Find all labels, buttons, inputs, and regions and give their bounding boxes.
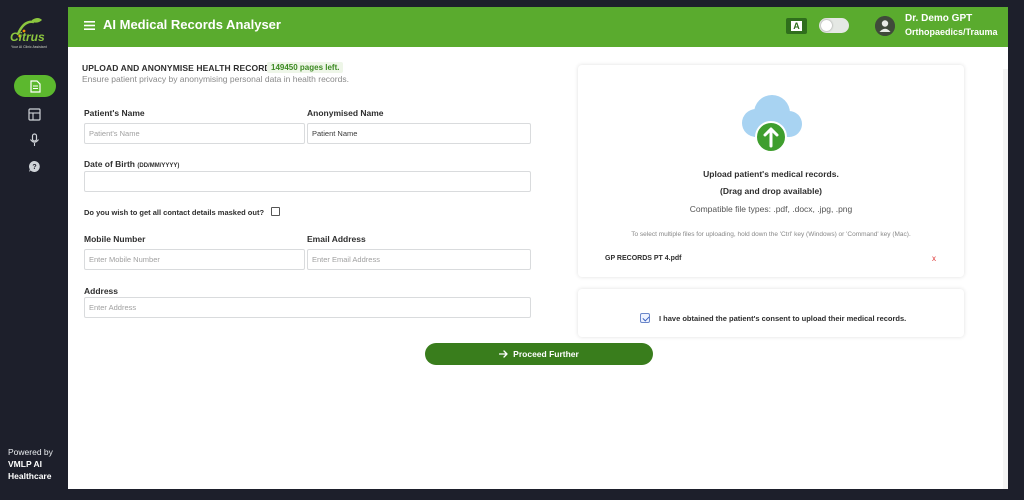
patient-name-input[interactable]: Patient's Name xyxy=(84,123,305,144)
user-role: Orthopaedics/Trauma xyxy=(905,27,998,37)
upload-multi-hint: To select multiple files for uploading, … xyxy=(631,231,911,238)
patient-name-label: Patient's Name xyxy=(84,108,145,118)
uploaded-file-name: GP RECORDS PT 4.pdf xyxy=(605,255,682,262)
consent-card: I have obtained the patient's consent to… xyxy=(578,289,964,337)
sidebar: Citrus Your AI Clinic Assistant ? Powere… xyxy=(0,0,68,500)
address-input[interactable]: Enter Address xyxy=(84,297,531,318)
top-bar: AI Medical Records Analyser A Dr. Demo G… xyxy=(68,7,1008,47)
nav-item-help[interactable]: ? xyxy=(0,158,68,174)
logo-text: Citrus xyxy=(10,30,45,44)
hamburger-menu-icon[interactable] xyxy=(84,21,95,30)
consent-checkbox[interactable] xyxy=(640,313,650,323)
dob-label-text: Date of Birth xyxy=(84,159,135,169)
mobile-input[interactable]: Enter Mobile Number xyxy=(84,249,305,270)
svg-text:?: ? xyxy=(32,164,36,171)
remove-file-button[interactable]: x xyxy=(932,254,936,263)
pages-left-badge: 149450 pages left. xyxy=(267,62,344,73)
section-subtitle: Ensure patient privacy by anonymising pe… xyxy=(82,74,349,84)
logo-subtitle: Your AI Clinic Assistant xyxy=(11,45,47,49)
table-icon xyxy=(27,107,41,121)
upload-dropzone[interactable]: Upload patient's medical records. (Drag … xyxy=(578,65,964,277)
cloud-upload-icon xyxy=(742,95,802,153)
section-title: UPLOAD AND ANONYMISE HEALTH RECORDS xyxy=(82,63,277,73)
mobile-label: Mobile Number xyxy=(84,234,146,244)
mask-question: Do you wish to get all contact details m… xyxy=(84,208,265,217)
user-name: Dr. Demo GPT xyxy=(905,13,973,24)
proceed-label: Proceed Further xyxy=(513,349,579,359)
theme-toggle[interactable] xyxy=(819,18,849,33)
dob-label: Date of Birth (DD/MM/YYYY) xyxy=(84,159,179,169)
email-input[interactable]: Enter Email Address xyxy=(307,249,531,270)
consent-text: I have obtained the patient's consent to… xyxy=(659,314,907,323)
anonymised-name-input[interactable]: Patient Name xyxy=(307,123,531,144)
upload-file-types: Compatible file types: .pdf, .docx, .jpg… xyxy=(689,204,853,214)
anonymised-name-label: Anonymised Name xyxy=(307,108,384,118)
company-name: VMLP AI Healthcare xyxy=(8,459,52,481)
chat-help-icon: ? xyxy=(28,160,40,172)
main-panel: AI Medical Records Analyser A Dr. Demo G… xyxy=(68,7,1008,489)
document-icon xyxy=(29,79,41,93)
address-label: Address xyxy=(84,286,119,296)
powered-by-label: Powered by xyxy=(8,447,53,457)
doctor-avatar-icon[interactable] xyxy=(875,16,895,36)
upload-drag-text: (Drag and drop available) xyxy=(719,186,823,196)
arrow-right-icon xyxy=(499,350,508,358)
nav-item-microphone[interactable] xyxy=(0,132,68,148)
app-title: AI Medical Records Analyser xyxy=(103,17,281,32)
nav-item-records[interactable] xyxy=(14,75,56,97)
proceed-button[interactable]: Proceed Further xyxy=(425,343,653,365)
upload-title: Upload patient's medical records. xyxy=(703,169,839,179)
nav-item-table[interactable] xyxy=(0,106,68,122)
powered-by: Powered by VMLP AI Healthcare xyxy=(8,446,66,482)
dob-format: (DD/MM/YYYY) xyxy=(137,163,180,169)
microphone-icon xyxy=(29,133,39,146)
language-label: A xyxy=(791,21,802,31)
dob-input[interactable] xyxy=(84,171,531,192)
email-label: Email Address xyxy=(307,234,366,244)
language-button[interactable]: A xyxy=(786,18,807,34)
scrollbar[interactable] xyxy=(1003,69,1008,489)
mask-contact-checkbox[interactable] xyxy=(271,207,280,216)
